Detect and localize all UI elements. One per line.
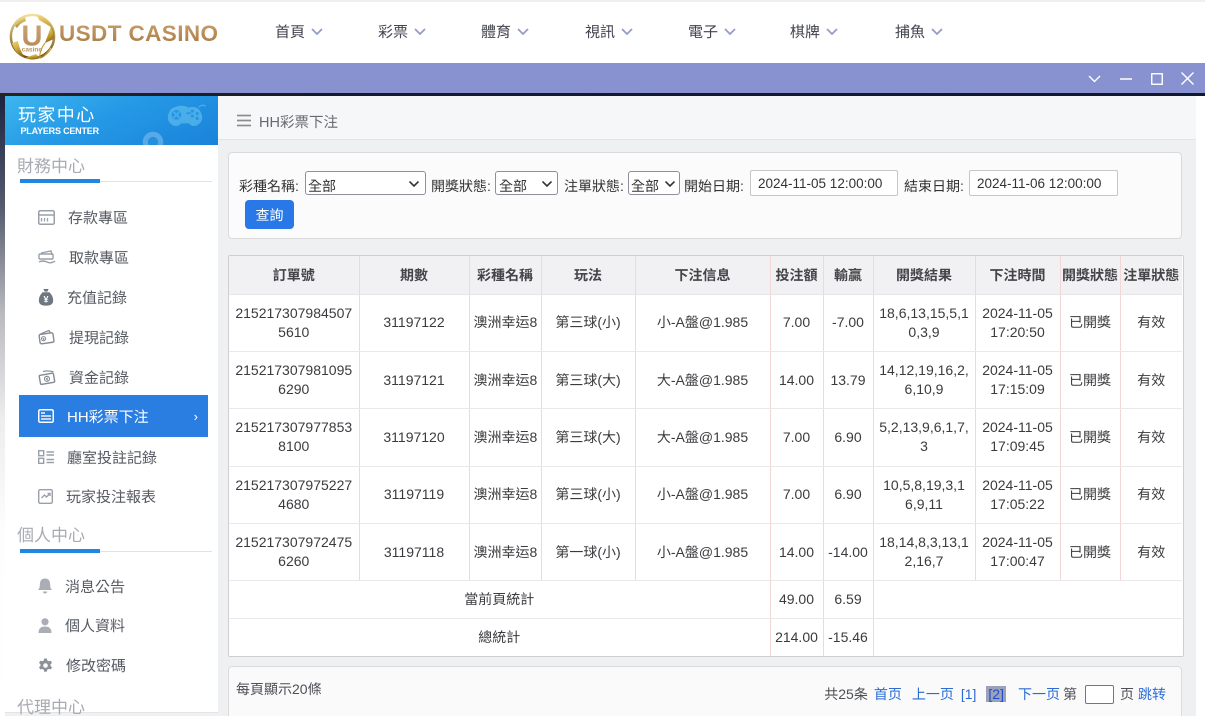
svg-text:¥: ¥ — [43, 294, 48, 304]
svg-text:casino: casino — [22, 47, 43, 54]
